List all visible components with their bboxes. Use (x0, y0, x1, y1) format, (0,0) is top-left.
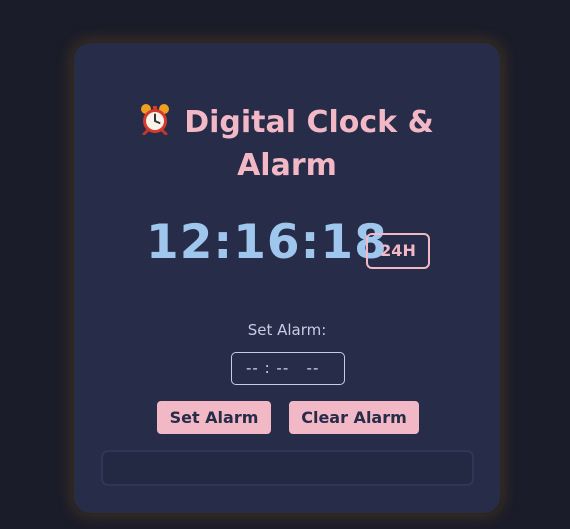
page-title: Digital Clock & Alarm (74, 101, 500, 187)
set-alarm-label: Set Alarm: (247, 321, 327, 339)
alarm-clock-icon (140, 103, 170, 136)
clock-card: Digital Clock & Alarm 12:16:18 24H Set A… (74, 43, 500, 513)
clock-display: 12:16:18 24H (74, 213, 500, 273)
title-line-1: Digital Clock & (74, 101, 500, 144)
title-line-2: Alarm (237, 148, 337, 183)
alarm-status-box (101, 450, 474, 486)
alarm-time-input[interactable]: -- : -- -- (231, 352, 345, 385)
set-alarm-button[interactable]: Set Alarm (157, 401, 271, 434)
format-toggle-button[interactable]: 24H (366, 233, 430, 269)
title-text-1: Digital Clock & (184, 105, 434, 140)
clear-alarm-button[interactable]: Clear Alarm (289, 401, 419, 434)
clock-time: 12:16:18 (146, 215, 388, 270)
